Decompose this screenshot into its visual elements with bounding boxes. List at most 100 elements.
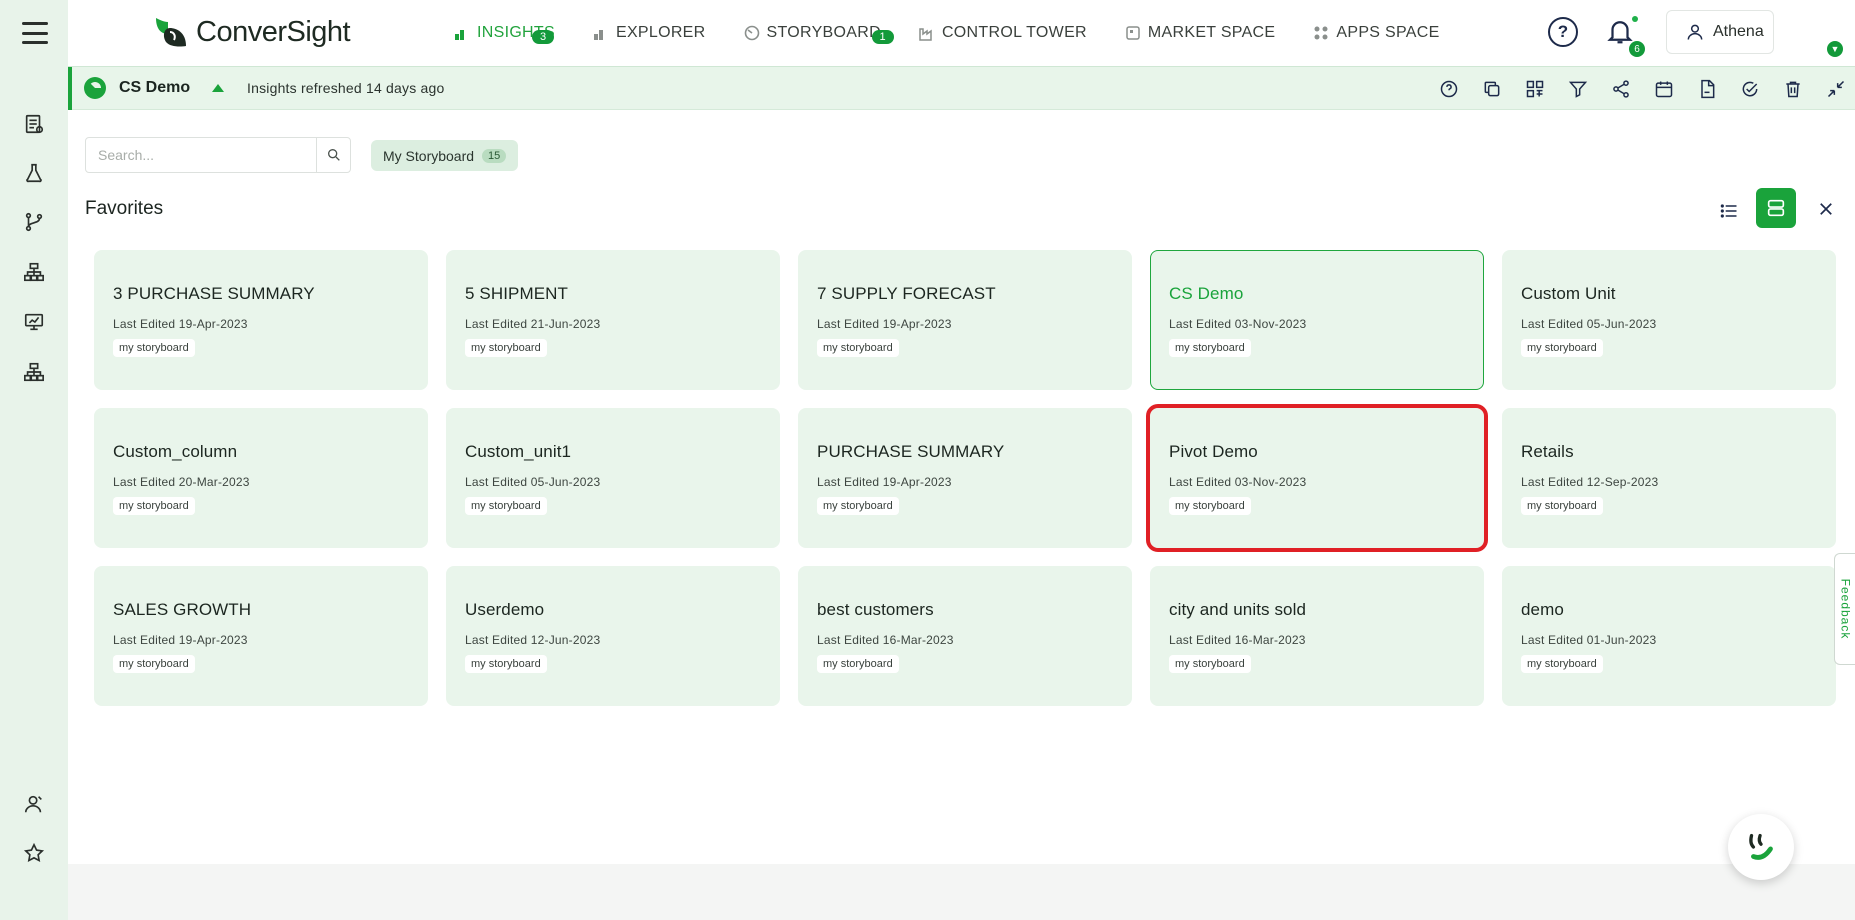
card-date: Last Edited 03-Nov-2023 (1169, 317, 1307, 331)
market-icon (1125, 25, 1141, 41)
nav-apps-space[interactable]: APPS SPACE (1313, 24, 1439, 42)
card-tag: my storyboard (1169, 497, 1251, 515)
list-view-icon[interactable] (1714, 196, 1744, 226)
caret-up-icon[interactable] (212, 84, 224, 92)
favorites-grid: 3 PURCHASE SUMMARY Last Edited 19-Apr-20… (94, 250, 1836, 706)
help-icon[interactable] (1437, 78, 1460, 101)
filter-tag-my-storyboard[interactable]: My Storyboard 15 (371, 140, 519, 171)
dashboard-gauge-icon (744, 25, 760, 41)
card-view-icon[interactable] (1756, 188, 1796, 228)
storyboard-card[interactable]: Userdemo Last Edited 12-Jun-2023 my stor… (446, 566, 780, 706)
nav-market-space[interactable]: MARKET SPACE (1125, 24, 1275, 42)
flask-icon[interactable] (20, 159, 48, 187)
grid-layout-icon[interactable] (1523, 78, 1546, 101)
card-title: SALES GROWTH (113, 600, 252, 619)
app-logo[interactable]: ConverSight (152, 14, 351, 50)
nav-apps-space-label: APPS SPACE (1336, 24, 1440, 41)
branch-icon[interactable] (20, 208, 48, 236)
nav-explorer[interactable]: EXPLORER (593, 24, 706, 42)
user-management-icon[interactable] (20, 790, 48, 818)
storyboard-card[interactable]: city and units sold Last Edited 16-Mar-2… (1150, 566, 1484, 706)
chat-assistant-button[interactable] (1728, 814, 1794, 880)
hamburger-menu-icon[interactable] (22, 22, 48, 44)
card-tag: my storyboard (113, 339, 195, 357)
storyboard-card[interactable]: PURCHASE SUMMARY Last Edited 19-Apr-2023… (798, 408, 1132, 548)
close-icon[interactable] (1813, 196, 1839, 222)
apps-grid-icon (1313, 25, 1329, 41)
nav-explorer-label: EXPLORER (615, 24, 706, 41)
nav-storyboard-label: STORYBOARD (766, 24, 881, 41)
storyboard-card[interactable]: Custom Unit Last Edited 05-Jun-2023 my s… (1502, 250, 1836, 390)
card-tag: my storyboard (1521, 497, 1603, 515)
storyboard-card[interactable]: Retails Last Edited 12-Sep-2023 my story… (1502, 408, 1836, 548)
context-title[interactable]: CS Demo (119, 79, 190, 97)
storyboard-card[interactable]: best customers Last Edited 16-Mar-2023 m… (798, 566, 1132, 706)
card-date: Last Edited 20-Mar-2023 (113, 475, 250, 489)
storyboard-card[interactable]: demo Last Edited 01-Jun-2023 my storyboa… (1502, 566, 1836, 706)
card-tag: my storyboard (1521, 655, 1603, 673)
card-tag: my storyboard (113, 655, 195, 673)
star-icon[interactable] (20, 839, 48, 867)
search-input[interactable] (86, 138, 316, 172)
trash-icon[interactable] (1781, 78, 1804, 101)
nav-storyboard-badge: 1 (871, 30, 894, 44)
card-tag: my storyboard (465, 497, 547, 515)
card-date: Last Edited 19-Apr-2023 (817, 317, 952, 331)
hierarchy-icon[interactable] (20, 258, 48, 286)
org-chart-icon[interactable] (20, 358, 48, 386)
context-accent-stripe (68, 67, 72, 111)
search-icon[interactable] (316, 138, 350, 172)
duplicate-icon[interactable] (1480, 78, 1503, 101)
filter-tag-label: My Storyboard (383, 147, 475, 164)
card-title: Userdemo (465, 600, 545, 619)
card-date: Last Edited 12-Jun-2023 (465, 633, 601, 647)
user-icon (1687, 24, 1703, 40)
nav-control-tower[interactable]: CONTROL TOWER (919, 24, 1087, 42)
storyboard-card-highlighted[interactable]: Pivot Demo Last Edited 03-Nov-2023 my st… (1146, 404, 1488, 552)
card-date: Last Edited 01-Jun-2023 (1521, 633, 1657, 647)
card-title: PURCHASE SUMMARY (817, 442, 1005, 461)
storyboard-card[interactable]: Custom_unit1 Last Edited 05-Jun-2023 my … (446, 408, 780, 548)
nav-storyboard[interactable]: STORYBOARD 1 (744, 24, 894, 44)
card-tag: my storyboard (465, 655, 547, 673)
refresh-status: Insights refreshed 14 days ago (247, 80, 445, 96)
card-title: demo (1521, 600, 1564, 619)
storyboard-card-active[interactable]: CS Demo Last Edited 03-Nov-2023 my story… (1150, 250, 1484, 390)
card-date: Last Edited 21-Jun-2023 (465, 317, 601, 331)
user-name: Athena (1713, 23, 1764, 40)
card-title: 3 PURCHASE SUMMARY (113, 284, 315, 303)
feedback-tab[interactable]: Feedback (1834, 553, 1855, 665)
card-date: Last Edited 19-Apr-2023 (113, 317, 248, 331)
collapse-icon[interactable] (1824, 78, 1847, 101)
calendar-icon[interactable] (1652, 78, 1675, 101)
pdf-icon[interactable] (1695, 78, 1718, 101)
user-dropdown-icon[interactable]: ▼ (1827, 41, 1843, 57)
filter-tag-count: 15 (482, 148, 507, 163)
storyboard-card[interactable]: Custom_column Last Edited 20-Mar-2023 my… (94, 408, 428, 548)
storyboard-card[interactable]: 7 SUPPLY FORECAST Last Edited 19-Apr-202… (798, 250, 1132, 390)
card-title: Pivot Demo (1169, 442, 1258, 461)
storyboard-card[interactable]: SALES GROWTH Last Edited 19-Apr-2023 my … (94, 566, 428, 706)
user-menu-button[interactable]: Athena (1666, 10, 1774, 54)
storyboard-card[interactable]: 3 PURCHASE SUMMARY Last Edited 19-Apr-20… (94, 250, 428, 390)
card-title: Retails (1521, 442, 1574, 461)
notifications-bell-icon[interactable] (1605, 16, 1635, 46)
insights-report-icon[interactable] (20, 110, 48, 138)
left-rail (0, 0, 68, 920)
feedback-label: Feedback (1838, 578, 1853, 640)
card-title: city and units sold (1169, 600, 1307, 619)
bar-chart-icon (454, 25, 470, 41)
conversight-logo-icon (156, 18, 186, 47)
share-icon[interactable] (1609, 78, 1632, 101)
notifications-count-badge: 6 (1629, 41, 1645, 57)
presentation-icon[interactable] (20, 308, 48, 336)
nav-insights[interactable]: INSIGHTS 3 (454, 24, 555, 44)
bar-chart-icon (593, 25, 609, 41)
filter-icon[interactable] (1566, 78, 1589, 101)
help-button[interactable]: ? (1548, 17, 1578, 47)
main-nav: INSIGHTS 3 EXPLORER STORYBOARD 1 CONTROL… (454, 0, 1478, 66)
check-icon[interactable] (1738, 78, 1761, 101)
card-date: Last Edited 16-Mar-2023 (1169, 633, 1306, 647)
card-date: Last Edited 12-Sep-2023 (1521, 475, 1659, 489)
storyboard-card[interactable]: 5 SHIPMENT Last Edited 21-Jun-2023 my st… (446, 250, 780, 390)
